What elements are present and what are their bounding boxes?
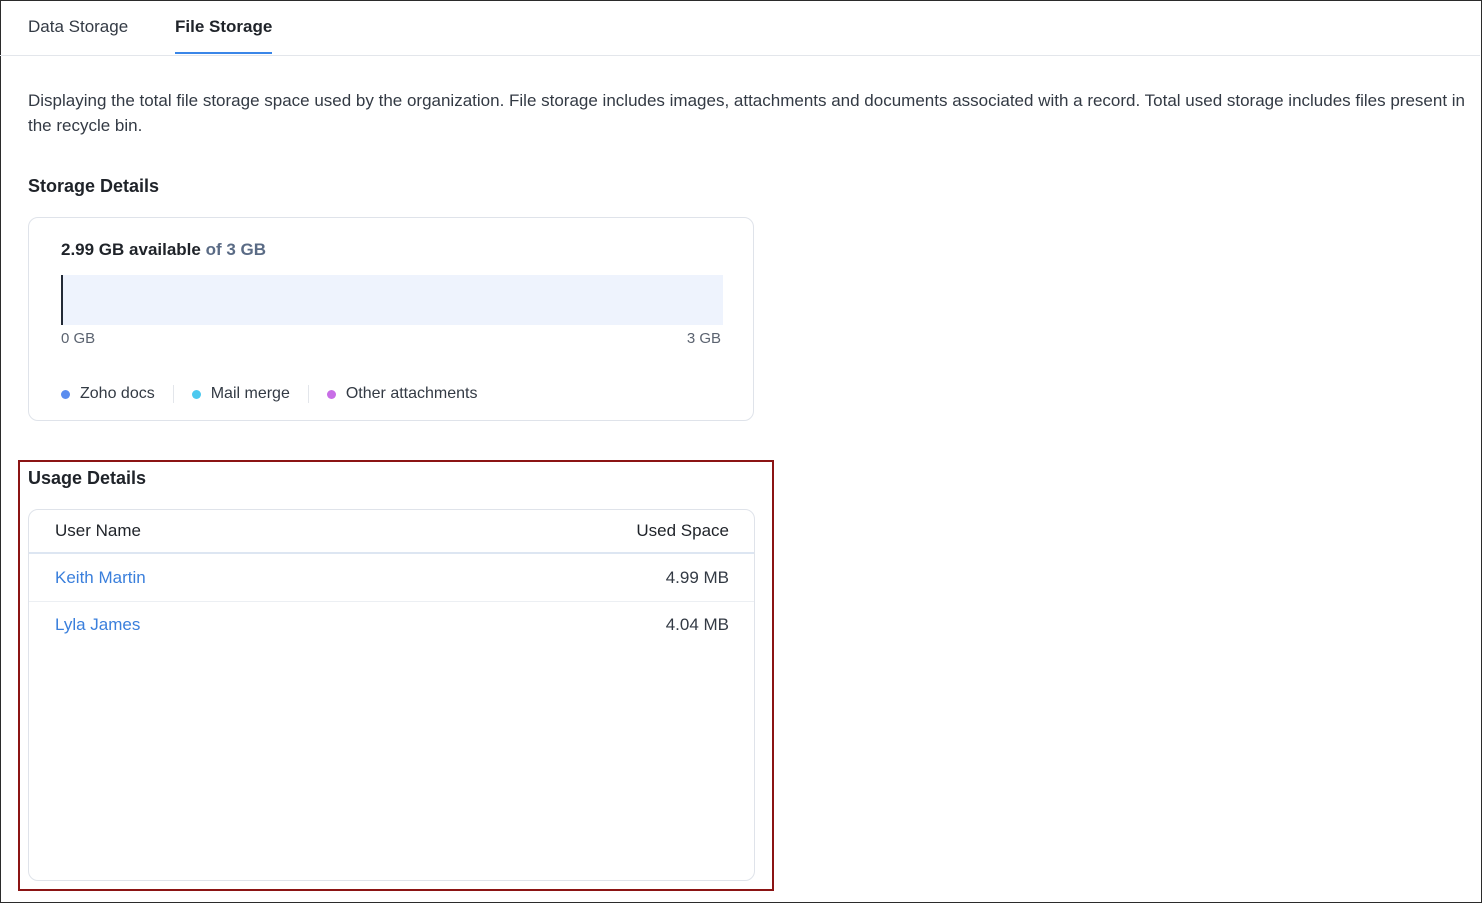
mail-merge-dot-icon — [191, 389, 201, 399]
scale-min-label: 0 GB — [61, 330, 96, 347]
table-row: Lyla James 4.04 MB — [29, 601, 754, 648]
usage-details-table: User Name Used Space Keith Martin 4.99 M… — [28, 509, 755, 881]
storage-details-title: Storage Details — [28, 176, 160, 196]
storage-usage-bar — [61, 275, 723, 325]
legend-item-mail-merge: Mail merge — [172, 385, 308, 403]
user-name-link[interactable]: Lyla James — [55, 615, 140, 635]
column-header-user-name: User Name — [55, 521, 141, 540]
column-header-used-space: Used Space — [636, 521, 729, 540]
usage-details-title: Usage Details — [28, 468, 147, 488]
used-space-value: 4.99 MB — [665, 568, 729, 587]
legend-label: Other attachments — [345, 385, 478, 402]
tab-file-storage[interactable]: File Storage — [175, 17, 273, 54]
legend-item-other-attachments: Other attachments — [307, 385, 496, 403]
other-attachments-dot-icon — [326, 389, 336, 399]
tab-data-storage[interactable]: Data Storage — [28, 17, 128, 54]
used-space-value: 4.04 MB — [665, 615, 729, 634]
table-row: Keith Martin 4.99 MB — [29, 554, 754, 602]
legend-label: Mail merge — [210, 385, 290, 402]
available-amount: 2.99 GB available — [61, 240, 201, 259]
storage-usage-bar-fill — [61, 275, 63, 325]
user-name-link[interactable]: Keith Martin — [55, 568, 146, 588]
zoho-docs-dot-icon — [61, 389, 70, 399]
storage-legend: Zoho docs Mail merge Other attachments — [61, 382, 495, 406]
storage-available-text: 2.99 GB available of 3 GB — [61, 240, 266, 260]
storage-tabs: Data Storage File Storage — [0, 0, 1480, 56]
storage-details-card: 2.99 GB available of 3 GB 0 GB 3 GB Zoho… — [28, 217, 754, 421]
scale-max-label: 3 GB — [686, 330, 721, 347]
total-amount: of 3 GB — [200, 240, 267, 259]
legend-label: Zoho docs — [80, 385, 155, 402]
table-header: User Name Used Space — [29, 510, 754, 554]
legend-item-zoho-docs: Zoho docs — [61, 385, 173, 403]
file-storage-description: Displaying the total file storage space … — [28, 91, 1465, 135]
